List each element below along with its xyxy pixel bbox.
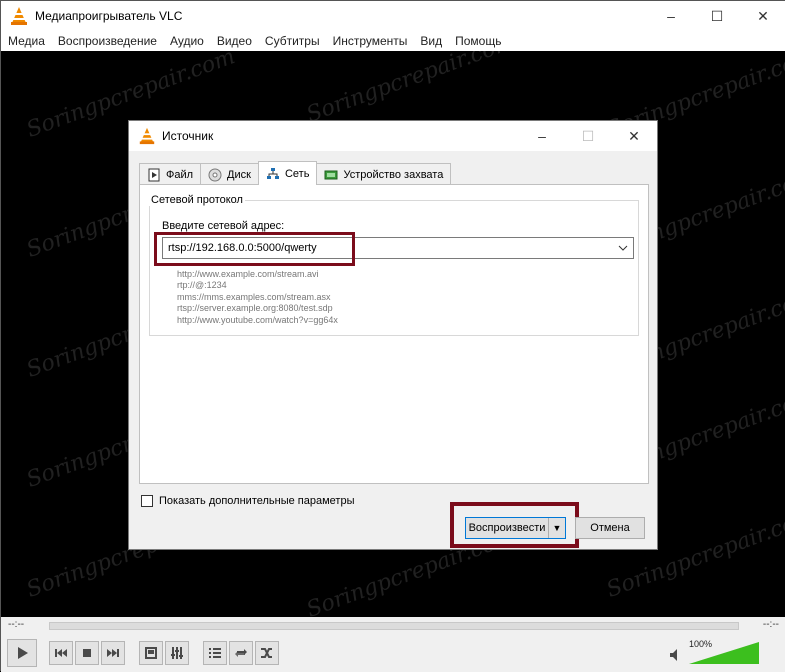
tab-capture-device-label: Устройство захвата	[343, 168, 444, 181]
menu-audio[interactable]: Аудио	[163, 34, 210, 48]
previous-button[interactable]	[49, 641, 73, 665]
menu-video[interactable]: Видео	[210, 34, 258, 48]
next-button[interactable]	[101, 641, 125, 665]
disc-icon	[208, 168, 222, 181]
vlc-window: Медиапроигрыватель VLC – ☐ ✕ Медиа Воспр…	[0, 0, 785, 672]
speaker-icon[interactable]	[669, 648, 683, 662]
chevron-down-icon[interactable]	[613, 245, 633, 251]
highlight-frame	[154, 232, 355, 266]
seek-slider[interactable]	[49, 622, 739, 630]
play-split-button[interactable]: Воспроизвести ▼	[465, 517, 566, 539]
dialog-title: Источник	[162, 129, 214, 143]
open-media-dialog: Источник – ☐ ✕ Файл Диск Сеть Устройство…	[128, 120, 658, 550]
loop-icon	[235, 649, 247, 657]
play-button[interactable]	[7, 639, 37, 667]
fullscreen-button[interactable]	[139, 641, 163, 665]
menu-media[interactable]: Медиа	[1, 34, 51, 48]
tab-file[interactable]: Файл	[139, 163, 202, 185]
title-bar: Медиапроигрыватель VLC – ☐ ✕	[1, 1, 785, 31]
skip-forward-icon	[107, 649, 119, 657]
skip-back-icon	[55, 649, 67, 657]
address-examples: http://www.example.com/stream.avi rtp://…	[177, 269, 338, 326]
shuffle-button[interactable]	[255, 641, 279, 665]
shuffle-icon	[261, 648, 272, 658]
show-more-options[interactable]: Показать дополнительные параметры	[141, 495, 354, 507]
close-button[interactable]: ✕	[740, 1, 785, 31]
maximize-button[interactable]: ☐	[694, 1, 740, 31]
equalizer-icon	[171, 647, 183, 659]
network-panel: Сетевой протокол Введите сетевой адрес: …	[139, 184, 649, 484]
total-time: --:--	[762, 619, 779, 630]
fullscreen-icon	[145, 647, 157, 659]
playlist-button[interactable]	[203, 641, 227, 665]
file-icon	[148, 168, 160, 181]
show-more-options-label: Показать дополнительные параметры	[159, 495, 355, 507]
menu-tools[interactable]: Инструменты	[326, 34, 414, 48]
example-line: http://www.youtube.com/watch?v=gg64x	[177, 314, 338, 325]
capture-device-icon	[324, 170, 338, 179]
stop-icon	[83, 649, 91, 657]
elapsed-time: --:--	[8, 619, 25, 630]
network-icon	[266, 167, 279, 179]
tab-capture-device[interactable]: Устройство захвата	[316, 163, 452, 185]
tab-disc[interactable]: Диск	[200, 163, 259, 185]
tab-network-label: Сеть	[284, 167, 310, 180]
extended-settings-button[interactable]	[165, 641, 189, 665]
watermark: Soringpcrepair.com	[303, 51, 519, 128]
stop-button[interactable]	[75, 641, 99, 665]
tab-network[interactable]: Сеть	[257, 161, 318, 185]
vlc-cone-icon	[11, 7, 27, 25]
playlist-icon	[209, 648, 221, 658]
volume-label: 100%	[689, 639, 713, 649]
play-dropdown-arrow-icon[interactable]: ▼	[549, 518, 565, 538]
source-tabs: Файл Диск Сеть Устройство захвата	[139, 161, 452, 185]
dialog-maximize-button: ☐	[581, 127, 595, 144]
example-line: rtsp://server.example.org:8080/test.sdp	[177, 303, 333, 314]
menu-view[interactable]: Вид	[413, 34, 448, 48]
control-bar: --:-- --:-- 100%	[1, 617, 785, 672]
example-line: mms://mms.examples.com/stream.asx	[177, 291, 331, 302]
loop-button[interactable]	[229, 641, 253, 665]
menu-subtitles[interactable]: Субтитры	[258, 34, 326, 48]
tab-disc-label: Диск	[227, 168, 251, 181]
menu-bar: Медиа Воспроизведение Аудио Видео Субтит…	[1, 31, 785, 51]
address-label: Введите сетевой адрес:	[162, 220, 285, 232]
dialog-title-bar: Источник – ☐ ✕	[129, 121, 657, 151]
window-title: Медиапроигрыватель VLC	[35, 9, 183, 23]
group-title: Сетевой протокол	[149, 194, 245, 206]
vlc-cone-icon	[139, 127, 155, 145]
cancel-button[interactable]: Отмена	[575, 517, 645, 539]
show-more-options-checkbox[interactable]	[141, 495, 153, 507]
example-line: rtp://@:1234	[177, 280, 227, 291]
play-button-label[interactable]: Воспроизвести	[466, 518, 549, 538]
minimize-button[interactable]: –	[648, 1, 694, 31]
menu-help[interactable]: Помощь	[448, 34, 507, 48]
tab-file-label: Файл	[166, 168, 194, 181]
dialog-minimize-button[interactable]: –	[519, 121, 565, 151]
volume-slider[interactable]: 100%	[689, 639, 759, 664]
example-line: http://www.example.com/stream.avi	[177, 269, 319, 279]
menu-playback[interactable]: Воспроизведение	[51, 34, 163, 48]
dialog-close-button[interactable]: ✕	[611, 121, 657, 151]
play-icon	[18, 647, 28, 659]
